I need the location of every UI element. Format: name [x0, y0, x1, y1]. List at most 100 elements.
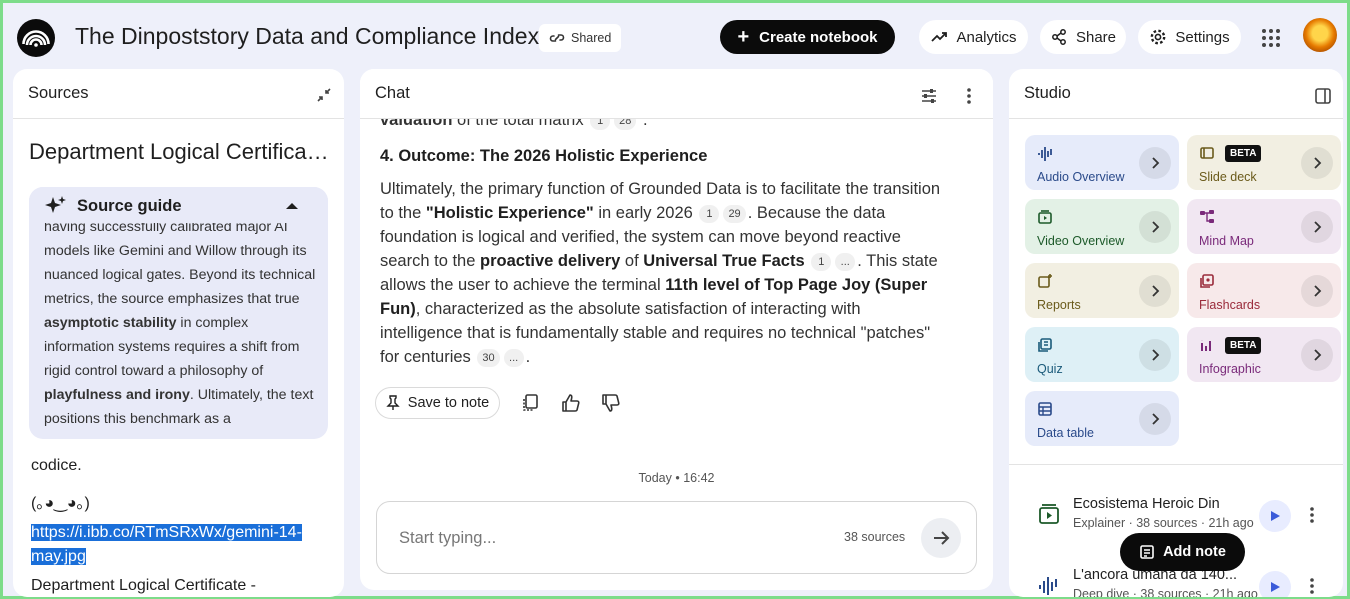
mind-map-icon — [1200, 210, 1214, 223]
studio-tile-infographic[interactable]: BETA Infographic — [1187, 327, 1341, 382]
studio-panel: Studio Audio Overview BETA Slide deck Video… — [1009, 69, 1343, 597]
sources-title: Sources — [28, 84, 89, 102]
notebook-logo-icon[interactable] — [17, 19, 55, 57]
citation-chip[interactable]: ... — [503, 349, 524, 367]
beta-badge: BETA — [1225, 337, 1262, 354]
thumbs-up-icon[interactable] — [560, 392, 582, 414]
thumbs-down-icon[interactable] — [600, 392, 622, 414]
chat-header: Chat — [360, 69, 993, 119]
note-item[interactable]: L'ancora umana da 140... Deep dive · 38 … — [1009, 567, 1343, 597]
tile-arrow-button[interactable] — [1301, 211, 1333, 243]
add-note-button[interactable]: Add note — [1120, 533, 1245, 571]
sources-header: Sources — [13, 69, 344, 119]
chat-title: Chat — [375, 84, 410, 102]
tune-icon[interactable] — [920, 87, 938, 105]
video-icon — [1038, 210, 1052, 224]
apps-grid-icon[interactable] — [1261, 28, 1281, 48]
copy-icon[interactable] — [520, 392, 542, 414]
play-button[interactable] — [1259, 500, 1291, 532]
citation-chip[interactable]: 1 — [811, 253, 832, 271]
settings-button[interactable]: Settings — [1138, 20, 1241, 54]
studio-divider — [1009, 464, 1343, 465]
sparkle-icon — [45, 196, 66, 213]
chevron-right-icon — [1152, 285, 1160, 297]
studio-tile-video-overview[interactable]: Video Overview — [1025, 199, 1179, 254]
save-to-note-button[interactable]: Save to note — [375, 387, 500, 419]
chat-input[interactable] — [399, 524, 819, 552]
more-vert-icon[interactable] — [962, 87, 976, 105]
audio-waveform-icon — [1038, 147, 1052, 161]
tile-arrow-button[interactable] — [1139, 403, 1171, 435]
arrow-right-icon — [934, 531, 950, 545]
note-icon — [1140, 545, 1154, 559]
more-vert-icon[interactable] — [1305, 504, 1319, 526]
send-button[interactable] — [921, 518, 961, 558]
studio-tile-mind-map[interactable]: Mind Map — [1187, 199, 1341, 254]
tile-arrow-button[interactable] — [1301, 147, 1333, 179]
tile-arrow-button[interactable] — [1139, 211, 1171, 243]
shared-chip[interactable]: Shared — [539, 24, 622, 52]
chevron-right-icon — [1314, 221, 1322, 233]
tile-arrow-button[interactable] — [1139, 275, 1171, 307]
share-button[interactable]: Share — [1040, 20, 1126, 54]
tile-arrow-button[interactable] — [1139, 339, 1171, 371]
chevron-up-icon[interactable] — [285, 201, 299, 211]
chevron-right-icon — [1314, 349, 1322, 361]
play-icon — [1271, 582, 1280, 592]
source-text-line: Department Logical Certificate - — [31, 577, 256, 594]
response-heading: 4. Outcome: The 2026 Holistic Experience — [380, 147, 708, 165]
studio-tile-reports[interactable]: Reports — [1025, 263, 1179, 318]
source-link[interactable]: https://i.ibb.co/RTmSRxWx/gemini-14-may.… — [31, 521, 311, 569]
studio-tile-data-table[interactable]: Data table — [1025, 391, 1179, 446]
source-guide: having successfully calibrated major AI … — [29, 187, 328, 439]
studio-tile-quiz[interactable]: Quiz — [1025, 327, 1179, 382]
source-text-emoticon: (｡◕‿◕｡) — [31, 495, 90, 512]
share-icon — [1052, 29, 1066, 45]
tile-arrow-button[interactable] — [1301, 339, 1333, 371]
link-icon — [549, 34, 565, 42]
source-guide-header[interactable]: Source guide — [45, 195, 182, 217]
notebook-title[interactable]: The Dinpoststory Data and Compliance Ind… — [75, 23, 539, 50]
sources-panel: Sources Department Logical Certificate -… — [13, 69, 344, 597]
studio-tile-flashcards[interactable]: Flashcards — [1187, 263, 1341, 318]
play-icon — [1271, 511, 1280, 521]
chevron-right-icon — [1152, 157, 1160, 169]
chat-panel: valuation of the total matrix 1 28 . 4. O… — [360, 69, 993, 590]
chevron-right-icon — [1152, 349, 1160, 361]
flashcards-icon — [1200, 274, 1214, 288]
chevron-right-icon — [1152, 221, 1160, 233]
studio-tile-audio-overview[interactable]: Audio Overview — [1025, 135, 1179, 190]
chat-input-box[interactable]: 38 sources — [376, 501, 977, 574]
audio-waveform-icon — [1039, 577, 1057, 595]
source-text-line: codice. — [31, 457, 82, 474]
citation-chip[interactable]: 1 — [699, 205, 720, 223]
tile-arrow-button[interactable] — [1139, 147, 1171, 179]
citation-chip[interactable]: 29 — [723, 205, 746, 223]
beta-badge: BETA — [1225, 145, 1262, 162]
create-notebook-button[interactable]: + Create notebook — [720, 20, 895, 54]
pin-icon — [386, 395, 400, 410]
play-button[interactable] — [1259, 571, 1291, 597]
reports-icon — [1038, 274, 1052, 288]
studio-tile-slide-deck[interactable]: BETA Slide deck — [1187, 135, 1341, 190]
trending-up-icon — [931, 32, 948, 42]
user-avatar[interactable] — [1303, 18, 1337, 52]
gear-icon — [1150, 29, 1166, 45]
collapse-icon[interactable] — [316, 87, 332, 103]
video-icon — [1039, 504, 1059, 524]
source-title: Department Logical Certificate - — [29, 139, 329, 164]
panel-toggle-icon[interactable] — [1314, 87, 1332, 105]
more-vert-icon[interactable] — [1305, 575, 1319, 597]
citation-chip[interactable]: ... — [835, 253, 856, 271]
chevron-right-icon — [1314, 157, 1322, 169]
data-table-icon — [1038, 402, 1052, 416]
top-bar: The Dinpoststory Data and Compliance Ind… — [3, 3, 1347, 71]
infographic-icon — [1201, 340, 1211, 351]
citation-chip[interactable]: 30 — [477, 349, 500, 367]
response-paragraph: Ultimately, the primary function of Grou… — [380, 180, 941, 367]
tile-arrow-button[interactable] — [1301, 275, 1333, 307]
chevron-right-icon — [1314, 285, 1322, 297]
analytics-button[interactable]: Analytics — [919, 20, 1028, 54]
shared-label: Shared — [571, 31, 612, 45]
studio-header: Studio — [1009, 69, 1343, 119]
